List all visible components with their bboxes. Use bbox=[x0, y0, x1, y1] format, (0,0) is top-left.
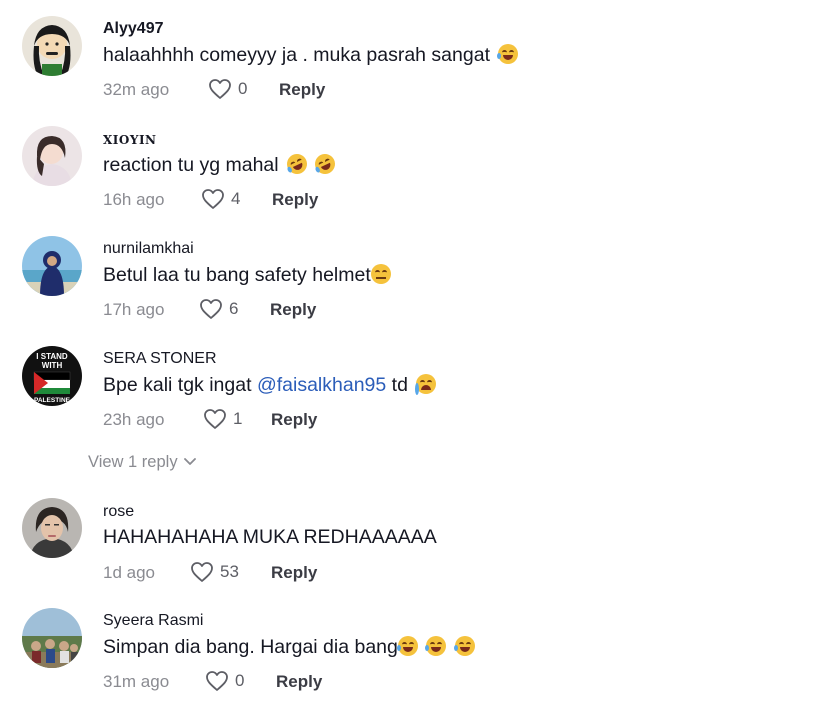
heart-icon bbox=[191, 562, 213, 582]
comment-text: reaction tu yg mahal bbox=[103, 150, 339, 178]
comment-text-content: reaction tu yg mahal bbox=[103, 154, 279, 176]
comment-text: halaahhhh comeyyy ja . muka pasrah sanga… bbox=[103, 44, 519, 67]
like-button[interactable] bbox=[208, 78, 232, 100]
avatar[interactable] bbox=[22, 608, 82, 668]
avatar[interactable] bbox=[22, 16, 82, 76]
heart-icon bbox=[209, 79, 231, 99]
avatar-caption: I STAND bbox=[36, 352, 68, 361]
comment-text-content: Betul laa tu bang safety helmet bbox=[103, 264, 371, 286]
avatar[interactable] bbox=[22, 236, 82, 296]
tears-of-joy-emoji-icon bbox=[425, 636, 447, 656]
like-count: 0 bbox=[238, 79, 248, 98]
comment-text: Bpe kali tgk ingat @faisalkhan95 td bbox=[103, 374, 437, 397]
tears-of-joy-emoji-icon bbox=[396, 636, 418, 656]
heart-icon bbox=[202, 189, 224, 209]
view-replies-label: View 1 reply bbox=[88, 453, 178, 471]
avatar[interactable]: I STAND WITH PALESTINE bbox=[22, 346, 82, 406]
like-button[interactable] bbox=[205, 670, 229, 692]
like-count: 6 bbox=[229, 299, 239, 318]
relieved-face-emoji-icon bbox=[370, 264, 391, 284]
comment-text-content: halaahhhh comeyyy ja . muka pasrah sanga… bbox=[103, 44, 490, 66]
heart-icon bbox=[206, 671, 228, 691]
view-replies-button[interactable]: View 1 reply bbox=[88, 452, 196, 472]
avatar[interactable] bbox=[22, 126, 82, 186]
like-count: 0 bbox=[235, 671, 245, 690]
comment-text: Betul laa tu bang safety helmet bbox=[103, 264, 391, 287]
svg-text:PALESTINE: PALESTINE bbox=[34, 397, 71, 404]
reply-button[interactable]: Reply bbox=[271, 410, 317, 430]
rolling-laughing-emoji-icon bbox=[283, 150, 311, 178]
reply-button[interactable]: Reply bbox=[272, 190, 318, 210]
rolling-laughing-emoji-icon bbox=[312, 150, 339, 178]
tears-of-joy-emoji-icon bbox=[497, 44, 519, 64]
chevron-down-icon bbox=[183, 452, 196, 471]
avatar[interactable] bbox=[22, 498, 82, 558]
avatar-image bbox=[22, 126, 82, 186]
heart-icon bbox=[204, 409, 226, 429]
avatar-image: I STAND WITH PALESTINE bbox=[22, 346, 82, 406]
username[interactable]: rose bbox=[103, 503, 134, 521]
like-button[interactable] bbox=[199, 298, 223, 320]
username[interactable]: Alyy497 bbox=[103, 20, 164, 38]
like-button[interactable] bbox=[190, 561, 214, 583]
username[interactable]: Syeera Rasmi bbox=[103, 612, 203, 630]
tears-of-joy-emoji-icon bbox=[453, 636, 475, 656]
reply-button[interactable]: Reply bbox=[271, 563, 317, 583]
like-count: 1 bbox=[233, 409, 243, 428]
reply-button[interactable]: Reply bbox=[279, 80, 325, 100]
comment-text-content: HAHAHAHAHA MUKA REDHAAAAAA bbox=[103, 526, 437, 548]
like-button[interactable] bbox=[201, 188, 225, 210]
username[interactable]: XIOYIN bbox=[103, 133, 157, 147]
timestamp: 17h ago bbox=[103, 300, 165, 319]
comment-text-content: Bpe kali tgk ingat bbox=[103, 374, 257, 396]
timestamp: 31m ago bbox=[103, 672, 170, 691]
svg-text:WITH: WITH bbox=[42, 361, 63, 370]
timestamp: 1d ago bbox=[103, 563, 155, 582]
timestamp: 32m ago bbox=[103, 80, 170, 99]
comment-text-content: Simpan dia bang. Hargai dia bang bbox=[103, 636, 398, 658]
like-count: 4 bbox=[231, 189, 241, 208]
avatar-image bbox=[22, 16, 82, 76]
comment-text-suffix: td bbox=[386, 374, 408, 396]
timestamp: 23h ago bbox=[103, 410, 165, 429]
heart-icon bbox=[200, 299, 222, 319]
avatar-image bbox=[22, 608, 82, 668]
comment-text: Simpan dia bang. Hargai dia bang bbox=[103, 636, 475, 659]
avatar-image bbox=[22, 498, 82, 558]
avatar-image bbox=[22, 236, 82, 296]
mention-link[interactable]: @faisalkhan95 bbox=[257, 374, 386, 396]
like-button[interactable] bbox=[203, 408, 227, 430]
reply-button[interactable]: Reply bbox=[276, 672, 322, 692]
username[interactable]: SERA STONER bbox=[103, 350, 217, 368]
reply-button[interactable]: Reply bbox=[270, 300, 316, 320]
loudly-crying-emoji-icon bbox=[415, 374, 437, 395]
timestamp: 16h ago bbox=[103, 190, 165, 209]
comment-text: HAHAHAHAHA MUKA REDHAAAAAA bbox=[103, 526, 437, 549]
username[interactable]: nurnilamkhai bbox=[103, 240, 194, 258]
like-count: 53 bbox=[220, 562, 239, 581]
